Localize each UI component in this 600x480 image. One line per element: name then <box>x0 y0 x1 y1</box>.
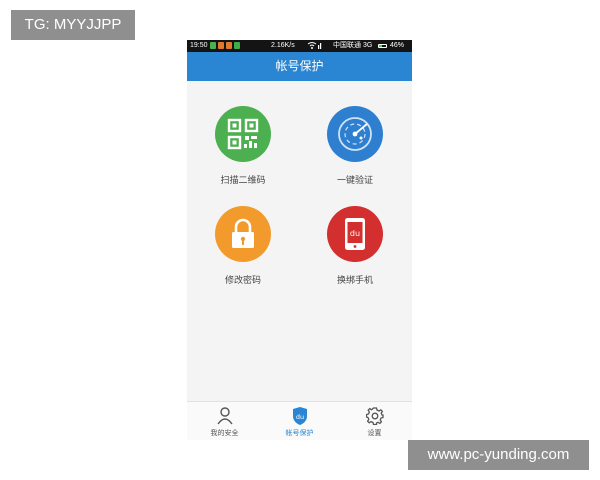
feature-label: 换绑手机 <box>336 276 373 286</box>
feature-grid: 扫描二维码 一键验证 修改密码 du 换绑手机 <box>187 81 412 402</box>
person-icon <box>187 406 262 425</box>
notification-app-icon <box>210 42 216 49</box>
feature-change-password[interactable]: 修改密码 <box>198 206 288 286</box>
tab-account-protection[interactable]: du 帐号保护 <box>262 402 337 440</box>
du-logo-text: du <box>295 413 303 421</box>
wifi-icon <box>307 41 323 55</box>
shield-du-icon: du <box>262 406 337 425</box>
feature-label: 一键验证 <box>336 176 373 186</box>
bottom-tab-bar: 我的安全 du 帐号保护 设置 <box>187 401 412 440</box>
gear-icon <box>337 406 412 425</box>
notification-app-icon <box>218 42 224 49</box>
watermark-bottom-right: www.pc-yunding.com <box>408 440 589 470</box>
qr-code-icon <box>215 106 271 162</box>
tab-my-security[interactable]: 我的安全 <box>187 402 262 440</box>
tab-label: 帐号保护 <box>285 429 314 437</box>
tab-settings[interactable]: 设置 <box>337 402 412 440</box>
feature-label: 修改密码 <box>224 276 261 286</box>
feature-label: 扫描二维码 <box>220 176 266 186</box>
du-logo-text: du <box>350 229 360 238</box>
status-bar: 19:50 2.16K/s 中国联通 3G 46% <box>187 40 412 52</box>
notification-app-icon <box>226 42 232 49</box>
feature-scan-qr[interactable]: 扫描二维码 <box>198 106 288 186</box>
notification-icons <box>210 42 240 49</box>
watermark-top-left: TG: MYYJJPP <box>11 10 135 40</box>
tab-label: 我的安全 <box>210 429 239 437</box>
battery-icon <box>378 44 387 48</box>
status-time: 19:50 <box>190 42 208 49</box>
notification-app-icon <box>234 42 240 49</box>
feature-rebind-phone[interactable]: du 换绑手机 <box>310 206 400 286</box>
status-carrier: 中国联通 3G <box>333 42 373 49</box>
tab-label: 设置 <box>367 429 382 437</box>
lock-icon <box>215 206 271 262</box>
phone-screen: 19:50 2.16K/s 中国联通 3G 46% 帐号保护 扫描二维码 一键验… <box>187 40 412 440</box>
phone-icon: du <box>327 206 383 262</box>
radar-icon <box>327 106 383 162</box>
status-battery: 46% <box>390 42 405 49</box>
status-net-speed: 2.16K/s <box>271 42 295 49</box>
feature-one-click-verify[interactable]: 一键验证 <box>310 106 400 186</box>
page-title: 帐号保护 <box>187 52 412 81</box>
